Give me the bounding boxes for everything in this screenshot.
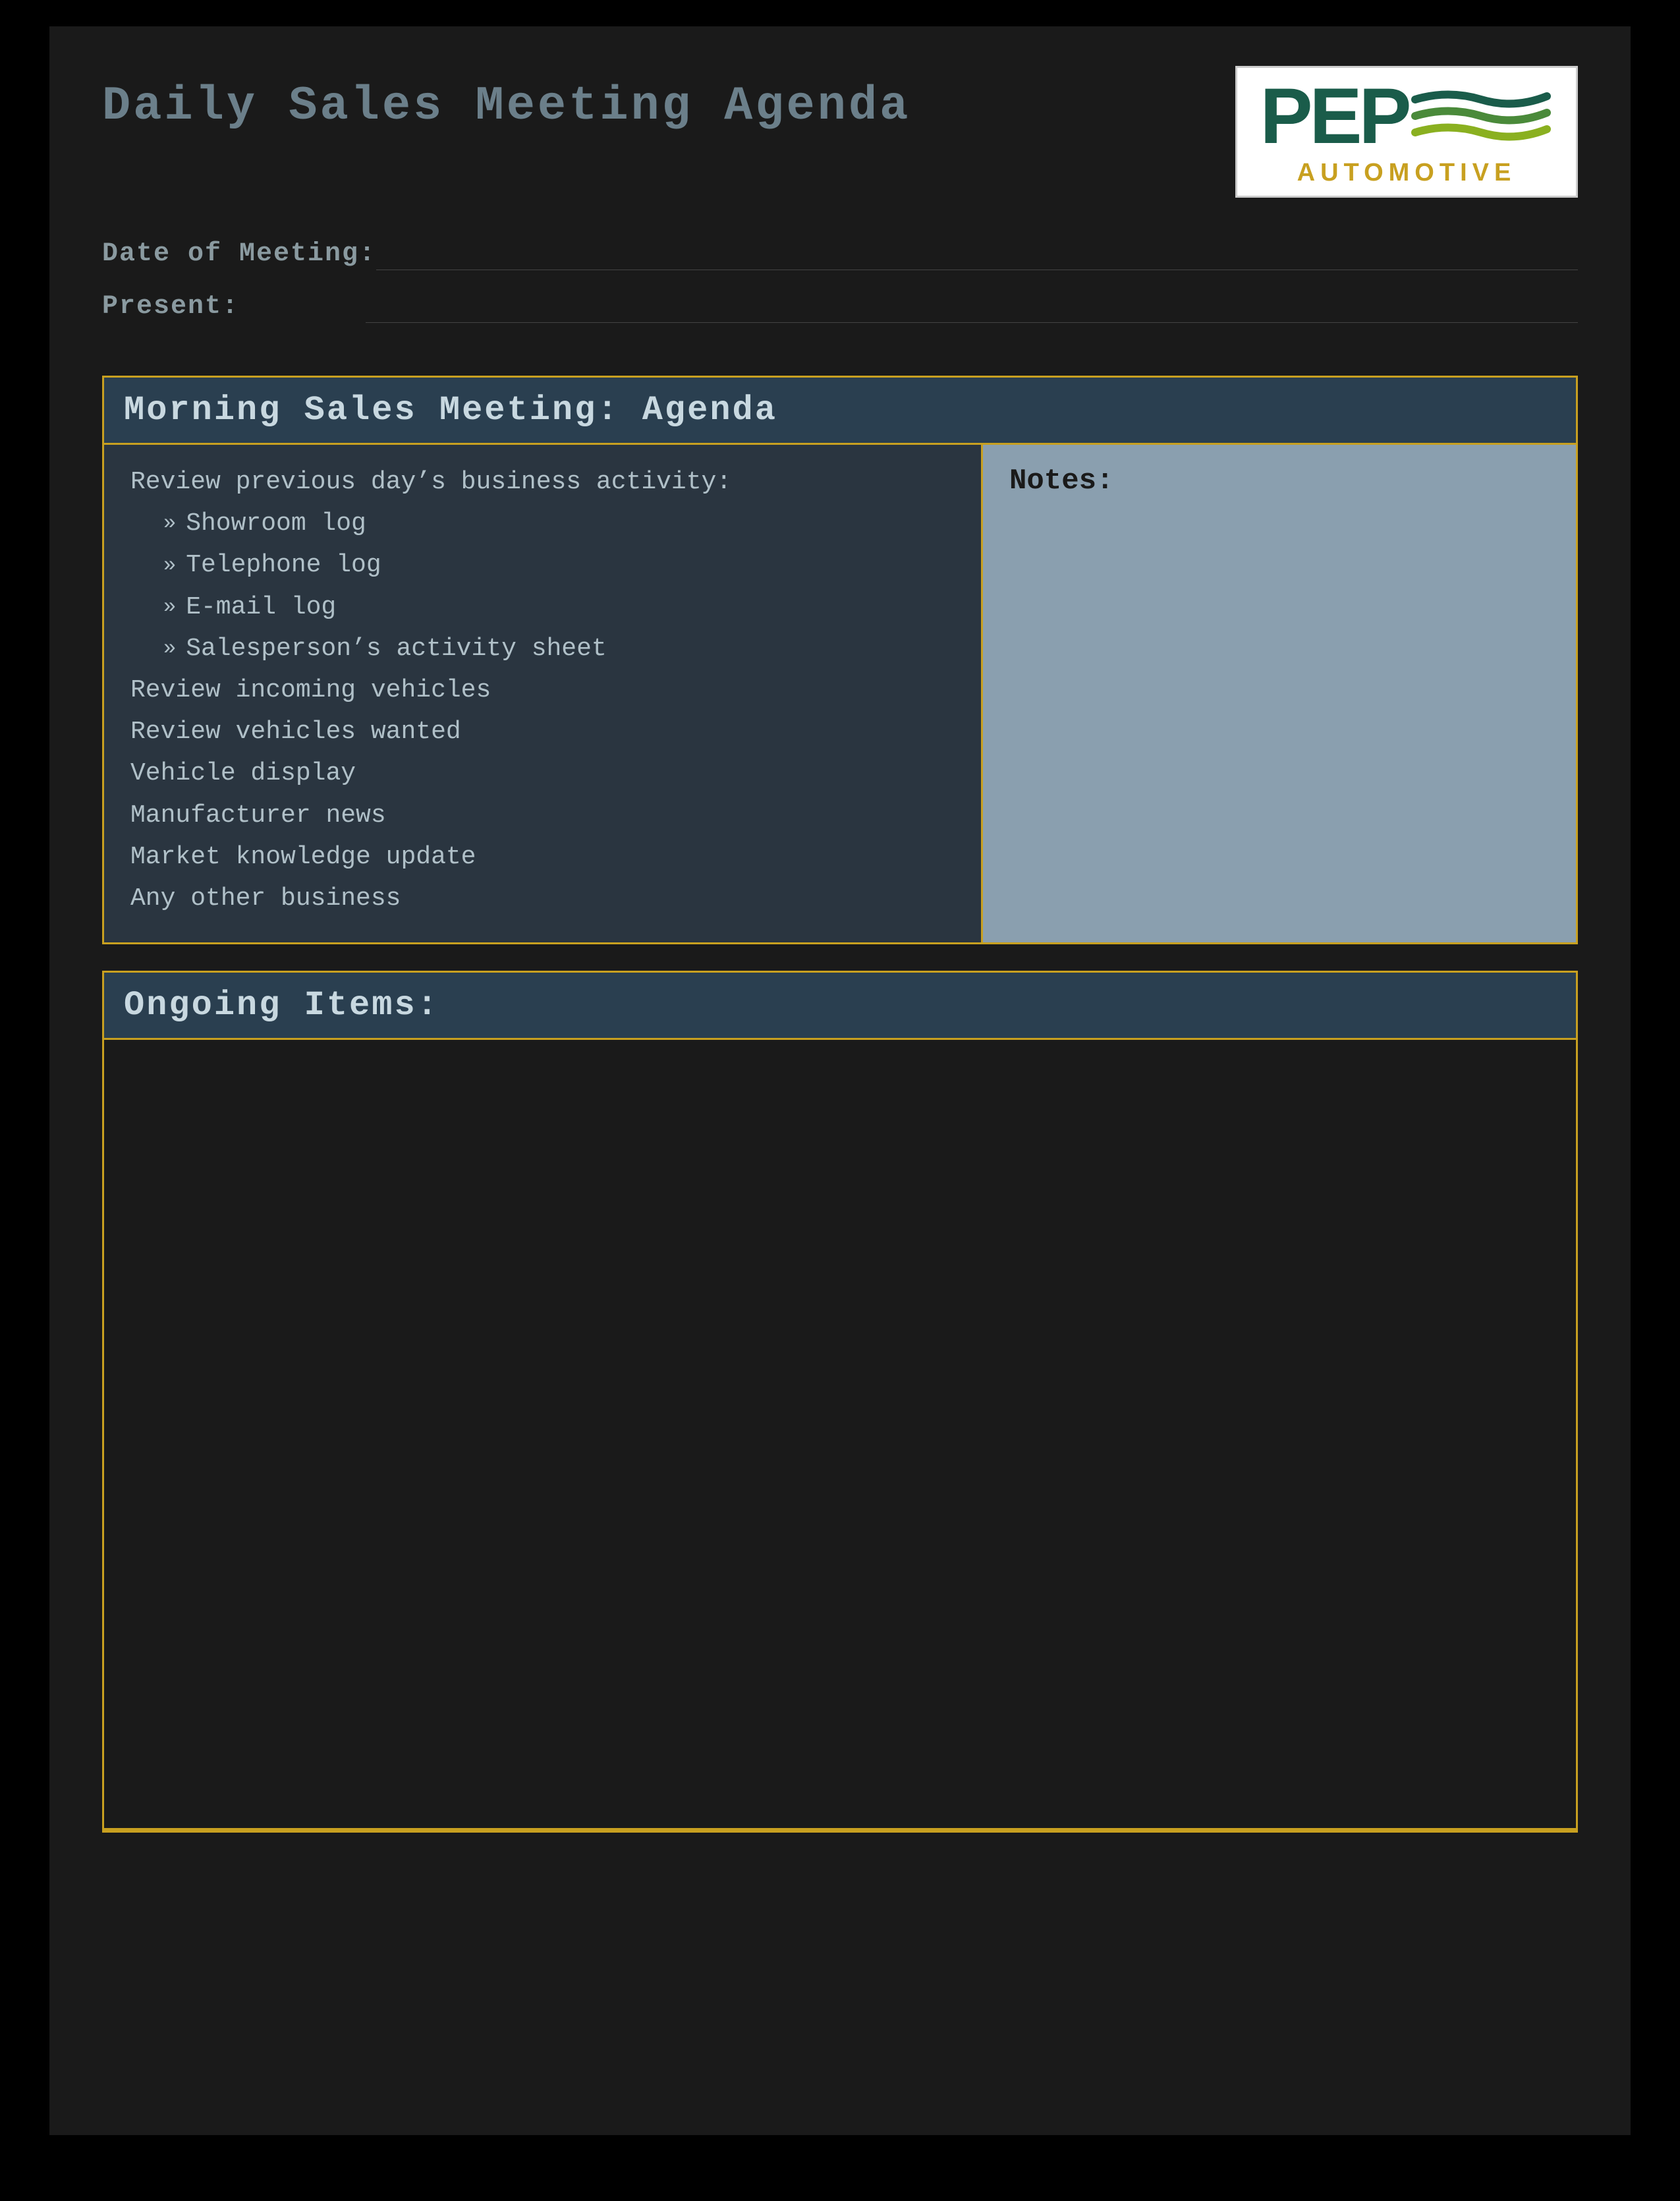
logo-automotive-text: AUTOMOTIVE [1297, 159, 1517, 187]
bullet-icon: » [163, 592, 176, 622]
page: Daily Sales Meeting Agenda PEP AUTOMOTIV… [49, 26, 1631, 2135]
morning-section-header: Morning Sales Meeting: Agenda [104, 378, 1576, 445]
agenda-item-7: Vehicle display [130, 756, 955, 791]
agenda-list: Review previous day’s business activity:… [104, 445, 983, 942]
morning-section-body: Review previous day’s business activity:… [104, 445, 1576, 942]
ongoing-header: Ongoing Items: [104, 973, 1576, 1040]
bullet-icon: » [163, 509, 176, 538]
agenda-item-10: Any other business [130, 881, 955, 916]
logo-pep-group: PEP [1260, 76, 1553, 156]
bullet-icon: » [163, 634, 176, 664]
agenda-item-6: Review vehicles wanted [130, 714, 955, 749]
agenda-item-2: » Telephone log [130, 548, 955, 583]
header: Daily Sales Meeting Agenda PEP AUTOMOTIV… [102, 66, 1578, 198]
agenda-item-1: » Showroom log [130, 506, 955, 541]
logo-waves-svg [1409, 86, 1554, 146]
date-value[interactable] [376, 237, 1578, 270]
bullet-icon: » [163, 551, 176, 581]
agenda-item-0: Review previous day’s business activity: [130, 465, 955, 500]
logo-container: PEP AUTOMOTIVE [1235, 66, 1578, 198]
agenda-item-9: Market knowledge update [130, 840, 955, 874]
agenda-item-3: » E-mail log [130, 590, 955, 625]
morning-section-title: Morning Sales Meeting: Agenda [124, 391, 777, 430]
date-label: Date of Meeting: [102, 239, 376, 269]
notes-panel: Notes: [983, 445, 1576, 942]
date-row: Date of Meeting: [102, 237, 1578, 270]
agenda-item-4: » Salesperson’s activity sheet [130, 631, 955, 666]
agenda-item-8: Manufacturer news [130, 798, 955, 833]
present-value[interactable] [366, 290, 1578, 323]
ongoing-title: Ongoing Items: [124, 986, 439, 1025]
ongoing-section: Ongoing Items: [102, 971, 1578, 1833]
notes-label: Notes: [1009, 465, 1550, 498]
fields-section: Date of Meeting: Present: [102, 237, 1578, 323]
present-label: Present: [102, 292, 366, 322]
present-row: Present: [102, 290, 1578, 323]
morning-sales-section: Morning Sales Meeting: Agenda Review pre… [102, 376, 1578, 944]
ongoing-body[interactable] [104, 1040, 1576, 1831]
page-title: Daily Sales Meeting Agenda [102, 79, 910, 133]
agenda-item-5: Review incoming vehicles [130, 673, 955, 708]
logo-pep-text: PEP [1260, 76, 1408, 156]
